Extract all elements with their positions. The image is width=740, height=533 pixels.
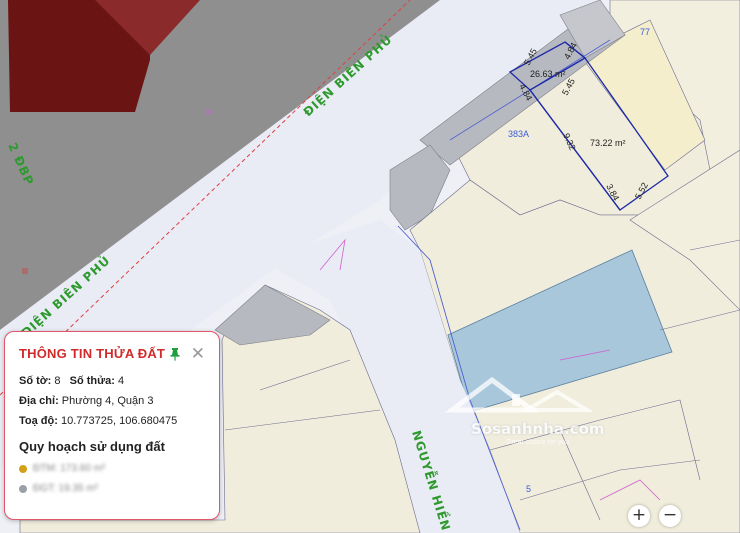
watermark-tagline: Great choice for you (506, 439, 570, 446)
parcel-info-panel: THÔNG TIN THỬA ĐẤT ✕ Số tờ: 8 Số thửa: 4… (4, 331, 220, 520)
address-label: Địa chỉ: (19, 395, 59, 407)
sheet-label: Số tờ: (19, 375, 52, 387)
coordinates-label: Toạ độ: (19, 415, 58, 427)
area-label-small: 26.63 m² (530, 69, 566, 79)
legend-text: ĐTM: 173.60 m² (33, 463, 106, 474)
lot-number: 5 (526, 484, 531, 494)
coordinates-value: 10.773725, 106.680475 (60, 415, 178, 427)
legend-item: ĐTM: 173.60 m² (19, 463, 205, 474)
land-use-title: Quy hoạch sử dụng đất (19, 439, 165, 454)
pin-icon[interactable] (169, 347, 181, 361)
area-label-large: 73.22 m² (590, 138, 626, 148)
lot-number-top: 77 (640, 27, 650, 37)
house-number: 383A (508, 129, 529, 139)
panel-title: THÔNG TIN THỬA ĐẤT (19, 346, 166, 361)
legend-text: ĐGT: 19.35 m² (33, 483, 99, 494)
sheet-value: 8 (54, 375, 61, 387)
address-row: Địa chỉ: Phường 4, Quận 3 (19, 395, 205, 407)
zoom-out-button[interactable]: − (659, 505, 681, 527)
watermark-brand: Sosanhnha.com (471, 420, 605, 438)
coordinates-row: Toạ độ: 10.773725, 106.680475 (19, 415, 205, 427)
legend-dot-icon (19, 464, 27, 473)
legend-dot-icon (19, 484, 27, 493)
address-value: Phường 4, Quận 3 (61, 395, 154, 407)
parcel-value: 4 (117, 375, 125, 387)
sheet-parcel-row: Số tờ: 8 Số thửa: 4 (19, 375, 205, 387)
close-icon[interactable]: ✕ (191, 345, 205, 362)
legend-item: ĐGT: 19.35 m² (19, 483, 205, 494)
zoom-in-button[interactable]: + (628, 505, 650, 527)
parcel-label: Số thửa: (69, 375, 115, 387)
